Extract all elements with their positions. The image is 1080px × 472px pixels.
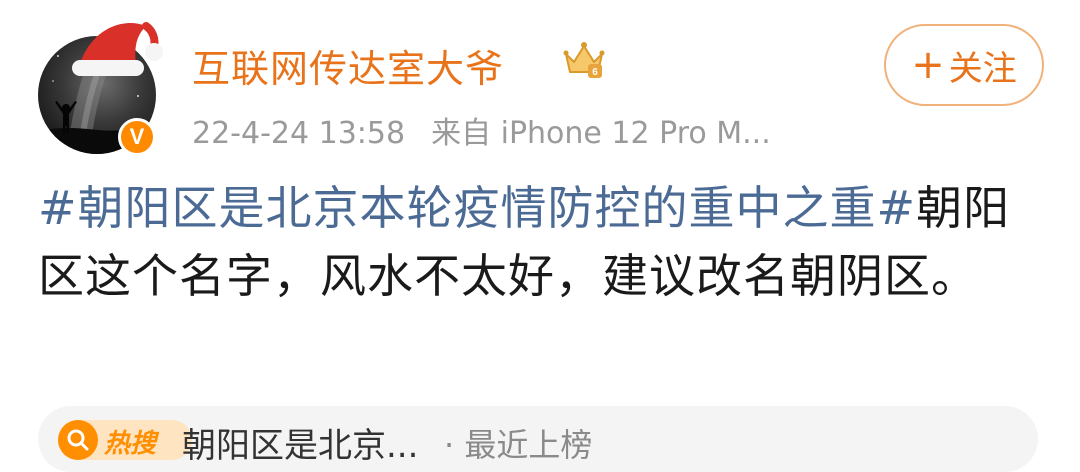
follow-button[interactable]: + 关注 <box>884 24 1044 106</box>
svg-text:6: 6 <box>592 67 598 78</box>
hot-search-status: · 最近上榜 <box>444 426 593 464</box>
follow-label: 关注 <box>948 48 1017 89</box>
santa-hat-icon <box>72 22 163 76</box>
hot-search-chip[interactable]: 热搜 <box>58 420 192 460</box>
post-source[interactable]: 来自 iPhone 12 Pro M... <box>431 116 771 151</box>
search-icon <box>58 420 98 460</box>
verified-badge-letter: V <box>129 124 145 149</box>
plus-icon: + <box>911 42 945 88</box>
hot-search-label: 热搜 <box>104 429 157 459</box>
weibo-post-card: V 互联网传达室大爷 6 22-4-24 13:58 来自 iPhone 12 P… <box>0 0 1080 472</box>
post-meta: 22-4-24 13:58 来自 iPhone 12 Pro M... <box>192 108 771 152</box>
verified-badge: V <box>118 118 156 156</box>
hot-search-topic[interactable]: 朝阳区是北京... <box>182 418 418 467</box>
post-content: #朝阳区是北京本轮疫情防控的重中之重#朝阳区这个名字，风水不太好，建议改名朝阴区… <box>38 174 1038 310</box>
username[interactable]: 互联网传达室大爷 <box>192 38 504 93</box>
avatar[interactable]: V <box>38 22 163 156</box>
hot-search-bar[interactable]: 热搜 朝阳区是北京... · 最近上榜 <box>38 406 1038 472</box>
post-time: 22-4-24 13:58 <box>192 116 406 151</box>
topic-hashtag-link[interactable]: #朝阳区是北京本轮疫情防控的重中之重# <box>38 181 916 235</box>
crown-icon[interactable]: 6 <box>562 40 606 80</box>
